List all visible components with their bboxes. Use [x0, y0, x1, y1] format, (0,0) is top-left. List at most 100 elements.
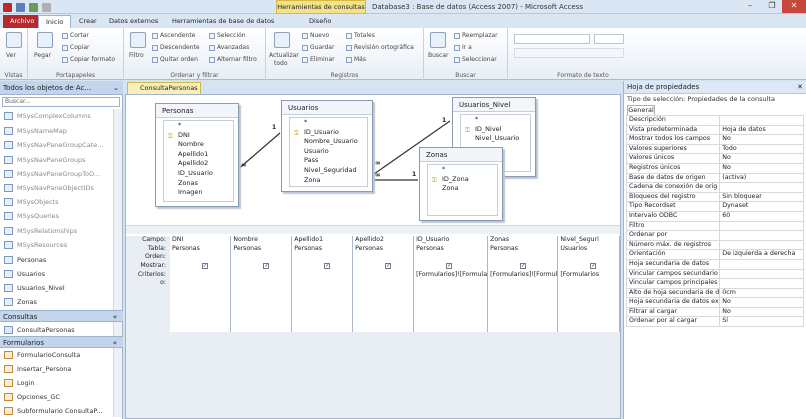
buscar-button[interactable]: Buscar: [428, 52, 449, 59]
grid-cell[interactable]: [170, 279, 232, 289]
show-checkbox[interactable]: ✓: [520, 263, 527, 270]
grid-cell[interactable]: [230, 253, 293, 263]
show-checkbox[interactable]: ✓: [590, 263, 597, 270]
grid-cell[interactable]: [352, 279, 415, 289]
field-item[interactable]: *: [164, 121, 233, 131]
nav-item-msys[interactable]: MSysNameMap: [4, 124, 114, 138]
nav-item-form[interactable]: Opciones_GC: [4, 390, 114, 404]
tab-archivo[interactable]: Archivo: [3, 15, 42, 28]
grid-cell[interactable]: [413, 314, 489, 323]
property-row[interactable]: Descripción: [625, 115, 804, 126]
grid-cell[interactable]: [352, 314, 415, 323]
grid-cell[interactable]: [557, 253, 620, 263]
grid-cell[interactable]: [487, 288, 559, 297]
property-row[interactable]: Ordenar por al cargar Sí: [625, 316, 804, 328]
grid-cell[interactable]: [352, 322, 415, 332]
grid-cell[interactable]: [230, 322, 293, 332]
property-row[interactable]: Filtro: [625, 220, 804, 232]
field-item[interactable]: Zona: [428, 184, 497, 194]
eliminar-button[interactable]: Eliminar: [302, 56, 335, 63]
alternar-filtro-button[interactable]: Alternar filtro: [209, 56, 257, 63]
grid-cell[interactable]: ID_Usuario: [413, 236, 489, 245]
field-item[interactable]: Nivel_Usuario: [461, 134, 530, 144]
field-item[interactable]: *: [461, 115, 530, 125]
grid-cell[interactable]: [557, 322, 620, 332]
save-icon[interactable]: [16, 2, 25, 12]
grid-cell[interactable]: [413, 288, 489, 297]
property-value[interactable]: De izquierda a derecha: [719, 249, 804, 260]
grid-cell[interactable]: [413, 296, 489, 306]
text-format-toolbar[interactable]: [514, 48, 624, 58]
grid-cell[interactable]: [487, 296, 559, 306]
grid-cell[interactable]: [352, 305, 415, 315]
nav-item-table[interactable]: Usuarios: [4, 267, 114, 281]
field-item[interactable]: ⚿ DNI: [164, 131, 233, 141]
property-row[interactable]: Ordenar por: [625, 230, 804, 241]
cortar-button[interactable]: Cortar: [62, 32, 89, 39]
field-item[interactable]: ⚿ ID_Nivel: [461, 125, 530, 135]
copiar-formato-button[interactable]: Copiar formato: [62, 56, 115, 63]
document-tab-consultapersonas[interactable]: ConsultaPersonas: [127, 82, 201, 94]
show-checkbox[interactable]: ✓: [385, 263, 392, 270]
chevron-down-icon[interactable]: ⌄: [113, 81, 119, 95]
mas-button[interactable]: Más: [346, 56, 366, 63]
filter-icon[interactable]: [130, 32, 146, 48]
property-row[interactable]: Hoja secundaria de datos: [625, 258, 804, 270]
nav-item-table[interactable]: Usuarios_Nivel: [4, 281, 114, 295]
property-value[interactable]: [719, 268, 804, 280]
binoculars-icon[interactable]: [430, 32, 446, 48]
grid-cell[interactable]: Nombre: [230, 236, 293, 245]
diagram-scrollbar[interactable]: [126, 225, 620, 234]
nav-item-table[interactable]: Personas: [4, 253, 114, 267]
grid-cell[interactable]: Apellido1: [291, 236, 354, 245]
property-row[interactable]: Filtrar al cargar No: [625, 306, 804, 318]
property-value[interactable]: [719, 239, 804, 251]
nav-item-msys[interactable]: MSysNavPaneGroups: [4, 153, 114, 167]
nav-item-msys[interactable]: MSysObjects: [4, 195, 114, 209]
property-value[interactable]: Dynaset: [719, 201, 804, 212]
ascendente-button[interactable]: Ascendente: [152, 32, 195, 39]
field-item[interactable]: Zona: [290, 176, 367, 186]
tab-general[interactable]: General: [627, 105, 655, 115]
property-value[interactable]: 0cm: [719, 287, 804, 299]
grid-cell[interactable]: [230, 314, 293, 323]
grid-cell[interactable]: Personas: [413, 244, 489, 254]
property-value[interactable]: No: [719, 306, 804, 318]
nav-item-msys[interactable]: MSysQueries: [4, 209, 114, 223]
property-row[interactable]: Tipo Recordset Dynaset: [625, 201, 804, 212]
grid-cell[interactable]: DNI: [170, 236, 232, 245]
grid-cell[interactable]: [487, 322, 559, 332]
grid-cell[interactable]: Personas: [291, 244, 354, 254]
grid-cell[interactable]: [557, 288, 620, 297]
nav-item-form[interactable]: Insertar_Persona: [4, 362, 114, 376]
property-row[interactable]: Mostrar todos los campos No: [625, 134, 804, 145]
table-usuarios[interactable]: Usuarios * ⚿ ID_Usuario Nombre_Usuario Us…: [281, 100, 373, 192]
tab-inicio[interactable]: Inicio: [38, 15, 72, 28]
grid-cell[interactable]: [170, 253, 232, 263]
grid-cell[interactable]: [352, 296, 415, 306]
paste-icon[interactable]: [37, 32, 53, 48]
grid-cell[interactable]: Personas: [170, 244, 232, 254]
nav-search-input[interactable]: Buscar...: [2, 97, 120, 107]
pegar-button[interactable]: Pegar: [34, 52, 51, 59]
font-name-select[interactable]: [514, 34, 590, 44]
field-item[interactable]: ⚿ ID_Zona: [428, 175, 497, 185]
property-value[interactable]: No: [719, 153, 804, 164]
grid-cell[interactable]: [170, 270, 232, 280]
ver-button[interactable]: Ver: [6, 52, 16, 59]
property-row[interactable]: Bloqueos del registro Sin bloquear: [625, 191, 804, 203]
property-value[interactable]: No: [719, 162, 804, 174]
revision-button[interactable]: Revisión ortográfica: [346, 44, 414, 51]
grid-cell[interactable]: Nivel_Seguri: [557, 236, 620, 245]
refresh-icon[interactable]: [274, 32, 290, 48]
font-size-select[interactable]: [594, 34, 624, 44]
avanzadas-button[interactable]: Avanzadas: [209, 44, 249, 51]
grid-cell[interactable]: [557, 279, 620, 289]
grid-cell[interactable]: [291, 288, 354, 297]
descendente-button[interactable]: Descendente: [152, 44, 200, 51]
grid-cell[interactable]: Usuarios: [557, 244, 620, 254]
property-row[interactable]: Base de datos de origen (activa): [625, 172, 804, 184]
minimize-icon[interactable]: –: [738, 0, 762, 13]
property-row[interactable]: Valores superiores Todo: [625, 143, 804, 155]
close-icon[interactable]: ✕: [782, 0, 806, 13]
